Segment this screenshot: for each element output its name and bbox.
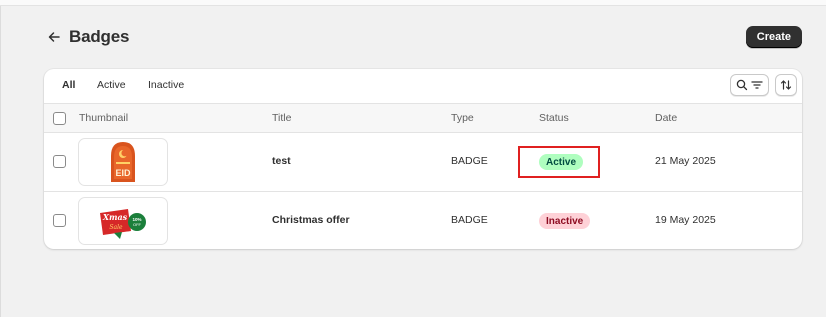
table-header: Thumbnail Title Type Status Date (44, 103, 802, 133)
row-date: 21 May 2025 (655, 155, 716, 167)
row-type: BADGE (451, 214, 488, 226)
column-type: Type (451, 112, 474, 124)
xmas-badge-image: 10% OFF Xmas Sale (100, 209, 146, 239)
status-badge: Inactive (539, 213, 591, 229)
table-row[interactable]: EID test BADGE Active 21 May 2025 (44, 133, 802, 191)
svg-text:OFF: OFF (133, 222, 142, 227)
select-all-checkbox[interactable] (53, 112, 66, 125)
tab-inactive[interactable]: Inactive (148, 79, 184, 91)
tab-active[interactable]: Active (97, 79, 126, 91)
left-divider (0, 6, 1, 317)
svg-text:EID: EID (115, 168, 131, 178)
svg-text:Xmas: Xmas (102, 212, 128, 222)
thumbnail-image: 10% OFF Xmas Sale (78, 197, 168, 245)
column-date: Date (655, 112, 678, 124)
column-thumbnail: Thumbnail (79, 112, 129, 124)
badges-card: All Active Inactive Thumbnail Title Type… (44, 69, 802, 249)
arrow-left-icon (48, 32, 60, 42)
column-status: Status (539, 112, 569, 124)
top-bar (0, 0, 826, 6)
back-button[interactable] (44, 27, 64, 47)
column-title: Title (272, 112, 292, 124)
filter-icon (751, 81, 763, 89)
thumbnail-image: EID (78, 138, 168, 186)
page-title: Badges (69, 27, 130, 46)
row-date: 19 May 2025 (655, 214, 716, 226)
row-title[interactable]: test (272, 155, 291, 167)
search-filter-button[interactable] (730, 74, 769, 96)
table-row[interactable]: 10% OFF Xmas Sale Christmas offer BADGE … (44, 191, 802, 249)
page-header: Badges Create (44, 26, 802, 50)
search-icon (736, 79, 748, 91)
row-type: BADGE (451, 155, 488, 167)
tab-all[interactable]: All (62, 79, 75, 91)
row-title[interactable]: Christmas offer (272, 214, 350, 226)
row-checkbox[interactable] (53, 155, 66, 168)
highlight-box (518, 146, 600, 178)
row-checkbox[interactable] (53, 214, 66, 227)
sort-button[interactable] (775, 74, 797, 96)
eid-badge-image: EID (111, 142, 135, 182)
create-button[interactable]: Create (745, 26, 802, 48)
sort-icon (780, 80, 792, 90)
svg-text:Sale: Sale (109, 224, 123, 231)
filter-tabs: All Active Inactive (44, 69, 802, 103)
